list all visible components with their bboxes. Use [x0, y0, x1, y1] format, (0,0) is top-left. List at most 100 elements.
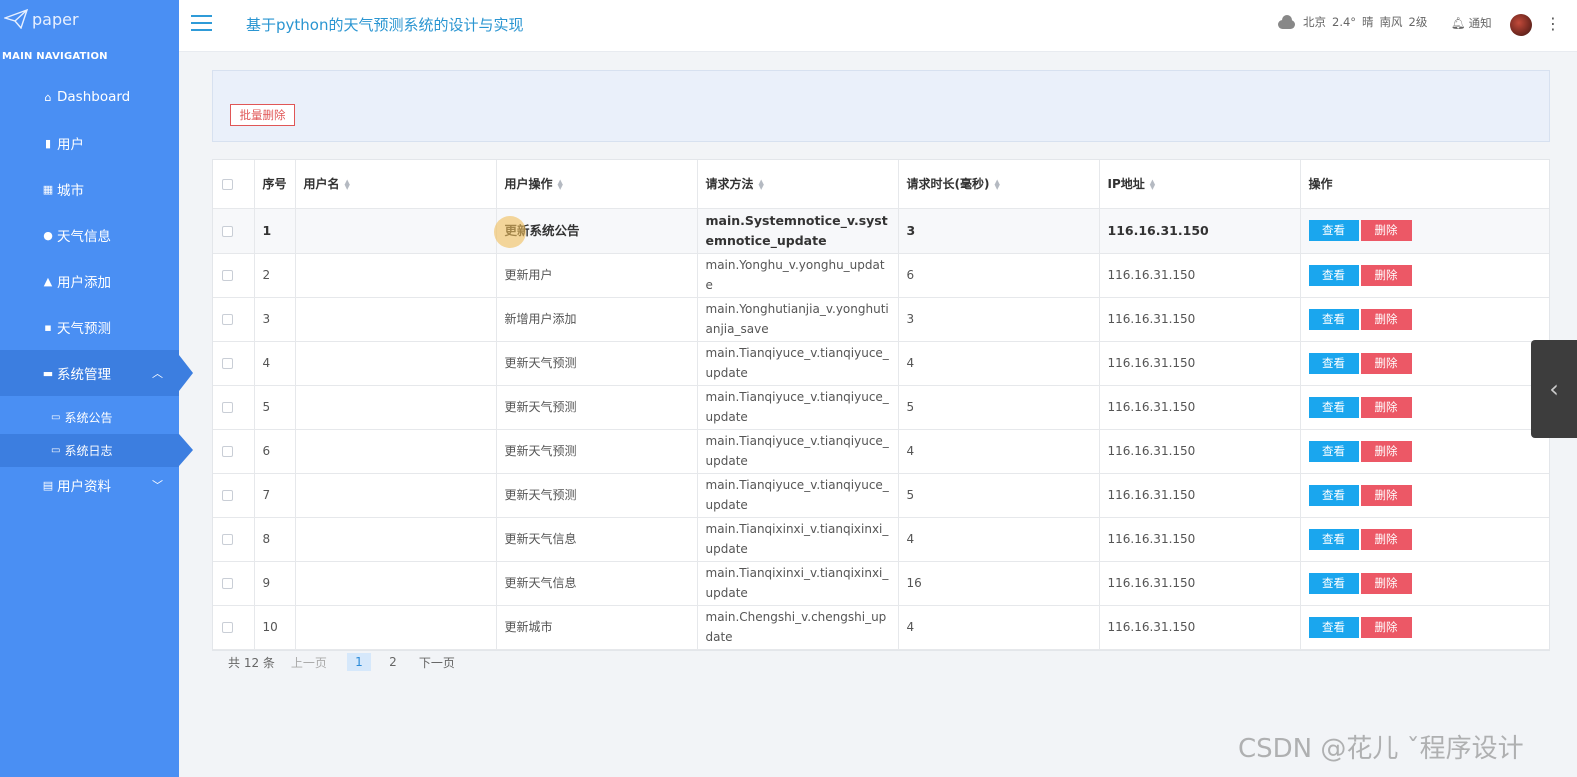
cell-duration: 3: [898, 208, 1100, 254]
more-vertical-icon[interactable]: ⋮: [1545, 14, 1561, 34]
delete-button[interactable]: 删除: [1360, 264, 1412, 286]
pagination-page-1[interactable]: 1: [346, 653, 371, 671]
nav-item-weather-forecast[interactable]: ▪ 天气预测: [0, 304, 179, 350]
delete-button[interactable]: 删除: [1360, 484, 1412, 506]
nav-item-city[interactable]: ▦ 城市: [0, 166, 179, 212]
delete-button[interactable]: 删除: [1360, 220, 1412, 241]
delete-button[interactable]: 删除: [1360, 396, 1412, 418]
cell-operation: 更新用户: [496, 253, 698, 298]
grid-icon: ▦: [42, 182, 54, 196]
sort-icon[interactable]: ▲ ▼: [345, 178, 350, 190]
table-row[interactable]: 6 更新天气预测 main.Tianqiyuce_v.tianqiyuce_upda…: [213, 429, 1549, 474]
cell-duration: 4: [898, 605, 1100, 650]
chevron-left-icon: ‹: [1549, 375, 1559, 403]
sub-item-system-notice[interactable]: ▭ 系统公告: [0, 401, 179, 434]
view-button[interactable]: 查看: [1308, 396, 1359, 418]
cell-ip: 116.16.31.150: [1099, 429, 1301, 474]
nav-item-weather-info[interactable]: ● 天气信息: [0, 212, 179, 258]
cell-no: 10: [254, 605, 296, 650]
cell-duration: 5: [898, 385, 1100, 430]
pagination-page-2[interactable]: 2: [381, 653, 405, 671]
cell-duration: 5: [898, 473, 1100, 518]
view-button[interactable]: 查看: [1308, 264, 1359, 286]
notification-button[interactable]: 🔔︎ 通知: [1451, 15, 1492, 31]
row-checkbox[interactable]: [222, 578, 233, 589]
view-button[interactable]: 查看: [1308, 616, 1359, 638]
table-row[interactable]: 2 更新用户 main.Yonghu_v.yonghu_update 6 116.16.…: [213, 253, 1549, 298]
user-icon: ●: [43, 228, 53, 242]
row-checkbox[interactable]: [222, 314, 233, 325]
table-row[interactable]: 4 更新天气预测 main.Tianqiyuce_v.tianqiyuce_upda…: [213, 341, 1549, 386]
brand-logo[interactable]: paper: [4, 8, 79, 30]
cell-no: 4: [254, 341, 296, 386]
pagination-prev[interactable]: 上一页: [291, 654, 327, 671]
menu-toggle-icon[interactable]: [191, 15, 212, 31]
nav-item-user-profile[interactable]: ▤ 用户资料 ﹀: [0, 462, 179, 508]
select-all-checkbox[interactable]: [222, 178, 233, 190]
delete-button[interactable]: 删除: [1360, 308, 1412, 330]
table-row[interactable]: 5 更新天气预测 main.Tianqiyuce_v.tianqiyuce_upda…: [213, 385, 1549, 430]
row-checkbox[interactable]: [222, 358, 233, 369]
folder-icon: ▭: [51, 445, 61, 456]
cell-ip: 116.16.31.150: [1099, 208, 1301, 254]
row-checkbox[interactable]: [222, 402, 233, 413]
calendar-icon: ▤: [42, 478, 54, 492]
sort-icon[interactable]: ▲ ▼: [759, 178, 764, 190]
table-row[interactable]: 3 新增用户添加 main.Yonghutianjia_v.yonghutianji…: [213, 297, 1549, 342]
nav-item-system-management[interactable]: ▬ 系统管理 ︿: [0, 350, 179, 396]
column-header-ip[interactable]: IP地址 ▲ ▼: [1099, 160, 1301, 209]
row-checkbox[interactable]: [222, 446, 233, 457]
cell-ip: 116.16.31.150: [1099, 517, 1301, 562]
cell-method: main.Tianqixinxi_v.tianqixinxi_update: [697, 517, 899, 562]
row-checkbox[interactable]: [222, 490, 233, 501]
pagination-next[interactable]: 下一页: [419, 654, 455, 671]
delete-button[interactable]: 删除: [1360, 572, 1412, 594]
home-icon: ⌂: [44, 90, 52, 104]
row-checkbox[interactable]: [222, 534, 233, 545]
delete-button[interactable]: 删除: [1360, 616, 1412, 638]
cell-operation: 更新天气预测: [496, 341, 698, 386]
delete-button[interactable]: 删除: [1360, 352, 1412, 374]
view-button[interactable]: 查看: [1308, 528, 1359, 550]
table-row[interactable]: 10 更新城市 main.Chengshi_v.chengshi_update 4 11…: [213, 605, 1549, 650]
view-button[interactable]: 查看: [1308, 484, 1359, 506]
row-checkbox[interactable]: [222, 622, 233, 633]
weather-level: 2级: [1408, 15, 1428, 29]
side-drawer-toggle[interactable]: ‹: [1531, 340, 1577, 438]
cell-username: [295, 297, 497, 342]
row-checkbox[interactable]: [222, 225, 233, 237]
view-button[interactable]: 查看: [1308, 440, 1359, 462]
delete-button[interactable]: 删除: [1360, 440, 1412, 462]
table-row[interactable]: 8 更新天气信息 main.Tianqixinxi_v.tianqixinxi_up…: [213, 517, 1549, 562]
cell-actions: 查看 删除: [1300, 429, 1549, 474]
cell-ip: 116.16.31.150: [1099, 561, 1301, 606]
cell-username: [295, 253, 497, 298]
table-row[interactable]: 9 更新天气信息 main.Tianqixinxi_v.tianqixinxi_up…: [213, 561, 1549, 606]
view-button[interactable]: 查看: [1308, 352, 1359, 374]
bell-icon: 🔔︎: [1451, 16, 1466, 30]
avatar[interactable]: [1510, 14, 1532, 36]
row-checkbox[interactable]: [222, 270, 233, 281]
sort-icon[interactable]: ▲ ▼: [558, 178, 563, 190]
delete-button[interactable]: 删除: [1360, 528, 1412, 550]
nav-item-dashboard[interactable]: ⌂ Dashboard: [0, 74, 179, 120]
sort-icon[interactable]: ▲ ▼: [994, 178, 999, 190]
cell-ip: 116.16.31.150: [1099, 385, 1301, 430]
column-header-method[interactable]: 请求方法 ▲ ▼: [697, 160, 899, 209]
column-header-username[interactable]: 用户名 ▲ ▼: [295, 160, 497, 209]
view-button[interactable]: 查看: [1308, 220, 1359, 241]
table-header-row: 序号 用户名 ▲ ▼ 用户操作 ▲ ▼ 请求方法 ▲ ▼ 请求时长(毫秒) ▲ ▼ IP地址 ▲ ▼…: [213, 160, 1549, 209]
weather-condition: 晴: [1362, 15, 1374, 29]
view-button[interactable]: 查看: [1308, 308, 1359, 330]
batch-delete-button[interactable]: 批量删除: [230, 104, 295, 126]
nav-item-user-add[interactable]: ▲ 用户添加: [0, 258, 179, 304]
column-header-duration[interactable]: 请求时长(毫秒) ▲ ▼: [898, 160, 1100, 209]
pagination: 共 12 条 上一页 1 2 下一页: [228, 652, 455, 672]
table-row[interactable]: 7 更新天气预测 main.Tianqiyuce_v.tianqiyuce_upda…: [213, 473, 1549, 518]
user-add-icon: ▲: [43, 274, 53, 288]
table-row[interactable]: 1 更新系统公告 main.Systemnotice_v.systemnotice_…: [213, 208, 1549, 254]
view-button[interactable]: 查看: [1308, 572, 1359, 594]
nav-item-users[interactable]: ▮ 用户: [0, 120, 179, 166]
sort-icon[interactable]: ▲ ▼: [1150, 178, 1155, 190]
column-header-operation[interactable]: 用户操作 ▲ ▼: [496, 160, 698, 209]
